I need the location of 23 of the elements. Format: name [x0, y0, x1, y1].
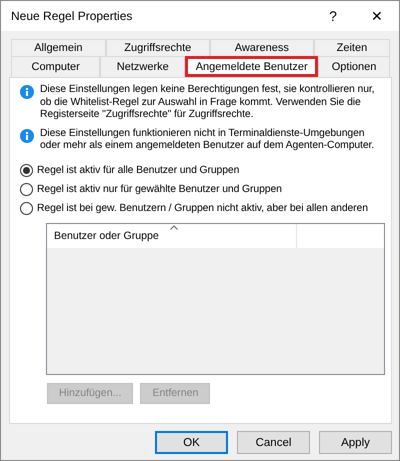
info-icon	[20, 128, 34, 142]
tab[interactable]: Netzwerke	[100, 56, 186, 77]
tab[interactable]: Allgemein	[11, 39, 106, 56]
dialog-button[interactable]: OK	[155, 431, 228, 454]
tab[interactable]: Computer	[11, 56, 100, 77]
info-icon	[20, 85, 34, 99]
tab[interactable]: Zeiten	[314, 39, 390, 56]
tab[interactable]: Angemeldete Benutzer	[185, 56, 318, 77]
tab[interactable]: Optionen	[318, 56, 390, 77]
info-text: Diese Einstellungen funktionieren nicht in Terminaldienste-Umgebungen oder mehr als einem angemeldeten Benutzer auf dem Agenten-Computer.	[40, 128, 376, 152]
dialog-button[interactable]: Apply	[319, 431, 392, 454]
dialog-button[interactable]: Cancel	[237, 431, 310, 454]
radio-option[interactable]: Regel ist aktiv nur für gewählte Benutzer und Gruppen	[20, 182, 385, 196]
radio-option[interactable]: Regel ist aktiv für alle Benutzer und Gruppen	[20, 164, 385, 176]
tab[interactable]: Zugriffsrechte	[106, 39, 210, 56]
window-title: Neue Regel Properties	[11, 9, 134, 23]
radio-button[interactable]	[20, 202, 33, 214]
info-text: Diese Einstellungen legen keine Berechtigungen fest, sie kontrollieren nur, ob die Whitelist-Regel zur Auswahl in Frage kommt. Verwenden Sie die Registerseite "Zugriffsrechte" für Zugriffsrechte.	[40, 84, 376, 122]
radio-option[interactable]: Regel ist bei gew. Benutzern / Gruppen nicht aktiv, aber bei allen anderen	[20, 202, 385, 214]
sort-caret-icon	[170, 224, 178, 230]
radio-button[interactable]	[20, 164, 33, 176]
tab[interactable]: Awareness	[210, 39, 314, 56]
radio-button[interactable]	[20, 182, 33, 196]
